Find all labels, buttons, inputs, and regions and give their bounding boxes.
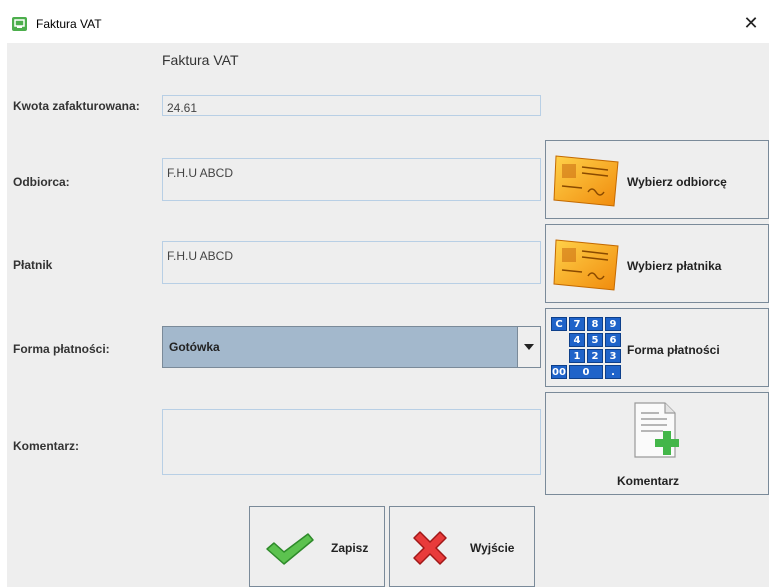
comment-label: Komentarz: bbox=[13, 439, 80, 453]
payment-method-button[interactable]: C 7 8 9 4 5 6 1 2 3 00 0. Forma płatności bbox=[545, 308, 769, 387]
save-button-label: Zapisz bbox=[331, 541, 369, 555]
exit-button-label: Wyjście bbox=[470, 541, 515, 555]
dropdown-arrow-button[interactable] bbox=[517, 327, 540, 367]
keypad-key: 6 bbox=[605, 333, 621, 347]
select-recipient-button[interactable]: Wybierz odbiorcę bbox=[545, 140, 769, 219]
keypad-key: 8 bbox=[587, 317, 603, 331]
document-add-icon bbox=[634, 402, 679, 458]
keypad-key: 2 bbox=[587, 349, 603, 363]
contact-card-icon bbox=[553, 155, 619, 207]
app-icon bbox=[12, 17, 27, 31]
keypad-key: 7 bbox=[569, 317, 585, 331]
payment-method-button-label: Forma płatności bbox=[627, 343, 720, 357]
checkmark-icon bbox=[266, 533, 314, 565]
keypad-key: 00 bbox=[551, 365, 567, 379]
payment-method-select[interactable]: Gotówka bbox=[162, 326, 541, 368]
payment-method-label: Forma płatności: bbox=[13, 342, 110, 356]
keypad-key: . bbox=[605, 365, 621, 379]
red-x-icon bbox=[413, 531, 447, 565]
payer-field[interactable]: F.H.U ABCD bbox=[162, 241, 541, 284]
keypad-key: 1 bbox=[569, 349, 585, 363]
close-button[interactable]: ✕ bbox=[733, 10, 769, 38]
select-payer-label: Wybierz płatnika bbox=[627, 259, 722, 273]
keypad-key: C bbox=[551, 317, 567, 331]
payer-label: Płatnik bbox=[13, 258, 53, 272]
payment-method-value: Gotówka bbox=[169, 340, 220, 354]
title-bar: Faktura VAT ✕ bbox=[0, 0, 769, 43]
save-button[interactable]: Zapisz bbox=[249, 506, 385, 587]
keypad-key: 5 bbox=[587, 333, 603, 347]
comment-button-label: Komentarz bbox=[617, 474, 680, 488]
keypad-key: 4 bbox=[569, 333, 585, 347]
comment-field[interactable] bbox=[162, 409, 541, 475]
recipient-field[interactable]: F.H.U ABCD bbox=[162, 158, 541, 201]
calculator-keypad-icon: C 7 8 9 4 5 6 1 2 3 00 0. bbox=[551, 315, 623, 381]
comment-button[interactable]: Komentarz bbox=[545, 392, 769, 495]
select-payer-button[interactable]: Wybierz płatnika bbox=[545, 224, 769, 303]
window-title: Faktura VAT bbox=[36, 17, 102, 31]
keypad-key: 3 bbox=[605, 349, 621, 363]
contact-card-icon bbox=[553, 239, 619, 291]
amount-field[interactable]: 24.61 bbox=[162, 95, 541, 116]
dialog-content: Faktura VAT Kwota zafakturowana: 24.61 O… bbox=[7, 43, 769, 587]
amount-label: Kwota zafakturowana: bbox=[13, 99, 140, 113]
exit-button[interactable]: Wyjście bbox=[389, 506, 535, 587]
select-recipient-label: Wybierz odbiorcę bbox=[627, 175, 727, 189]
keypad-key: 9 bbox=[605, 317, 621, 331]
form-header: Faktura VAT bbox=[162, 52, 239, 68]
keypad-key: 0 bbox=[569, 365, 603, 379]
recipient-label: Odbiorca: bbox=[13, 175, 70, 189]
chevron-down-icon bbox=[524, 344, 534, 350]
